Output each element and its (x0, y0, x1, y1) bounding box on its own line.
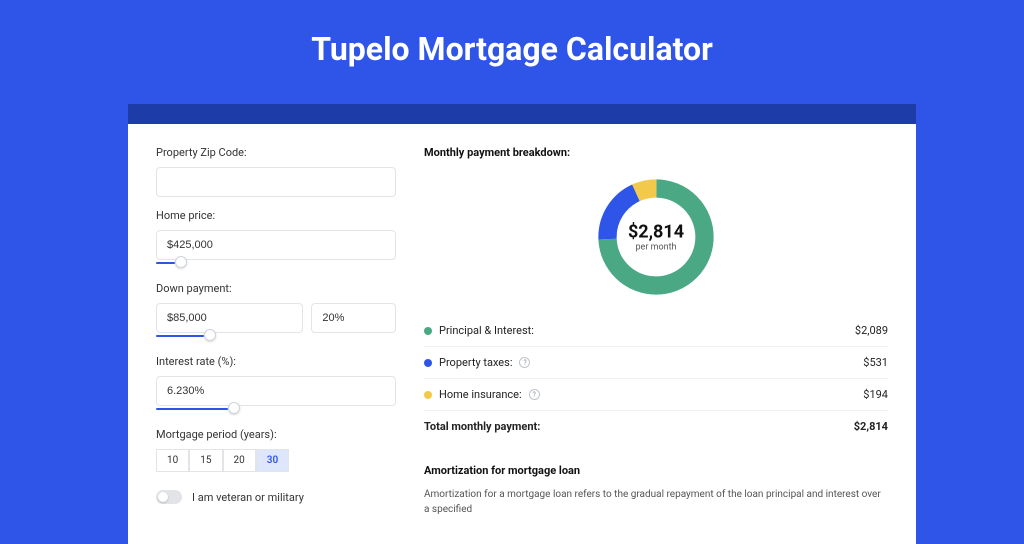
line-tax: Property taxes: ? $531 (424, 347, 888, 379)
down-pct-input[interactable] (311, 303, 396, 333)
donut-sub: per month (628, 243, 684, 253)
dot-principal (424, 327, 432, 335)
down-slider[interactable] (156, 331, 396, 343)
toggle-knob (158, 492, 168, 502)
dot-tax (424, 359, 432, 367)
zip-label: Property Zip Code: (156, 146, 396, 159)
price-slider-thumb[interactable] (175, 256, 187, 268)
calculator-card: Property Zip Code: Home price: Down paym… (128, 124, 916, 544)
period-btn-30[interactable]: 30 (256, 449, 289, 472)
period-btn-15[interactable]: 15 (189, 449, 222, 472)
down-amount-input[interactable] (156, 303, 303, 333)
info-icon[interactable]: ? (519, 357, 530, 368)
zip-input[interactable] (156, 167, 396, 197)
rate-slider[interactable] (156, 404, 396, 416)
line-insurance-value: $194 (863, 388, 888, 401)
line-principal-label: Principal & Interest: (439, 324, 534, 337)
line-insurance-label: Home insurance: (439, 388, 522, 401)
price-input[interactable] (156, 230, 396, 260)
veteran-toggle[interactable] (156, 490, 182, 504)
down-slider-thumb[interactable] (204, 329, 216, 341)
line-tax-value: $531 (863, 356, 888, 369)
veteran-label: I am veteran or military (192, 491, 304, 504)
info-icon[interactable]: ? (529, 389, 540, 400)
price-label: Home price: (156, 209, 396, 222)
dot-insurance (424, 391, 432, 399)
breakdown-title: Monthly payment breakdown: (424, 146, 888, 159)
total-value: $2,814 (854, 420, 888, 433)
rate-label: Interest rate (%): (156, 355, 396, 368)
amort-text: Amortization for a mortgage loan refers … (424, 487, 888, 517)
down-label: Down payment: (156, 282, 396, 295)
total-label: Total monthly payment: (424, 420, 540, 433)
line-principal-value: $2,089 (855, 324, 888, 337)
rate-slider-thumb[interactable] (228, 402, 240, 414)
period-btn-10[interactable]: 10 (156, 449, 189, 472)
line-insurance: Home insurance: ? $194 (424, 379, 888, 411)
donut-amount: $2,814 (628, 222, 684, 243)
price-slider[interactable] (156, 258, 396, 270)
line-tax-label: Property taxes: (439, 356, 512, 369)
form-panel: Property Zip Code: Home price: Down paym… (156, 146, 396, 544)
line-total: Total monthly payment: $2,814 (424, 411, 888, 442)
rate-input[interactable] (156, 376, 396, 406)
period-label: Mortgage period (years): (156, 428, 396, 441)
breakdown-donut: $2,814 per month (592, 173, 720, 301)
period-btn-20[interactable]: 20 (223, 449, 256, 472)
line-principal: Principal & Interest: $2,089 (424, 315, 888, 347)
breakdown-panel: Monthly payment breakdown: $2,814 per mo… (424, 146, 888, 544)
amort-title: Amortization for mortgage loan (424, 464, 888, 477)
period-buttons: 10 15 20 30 (156, 449, 396, 472)
page-title: Tupelo Mortgage Calculator (0, 0, 1024, 92)
header-accent (128, 104, 916, 124)
